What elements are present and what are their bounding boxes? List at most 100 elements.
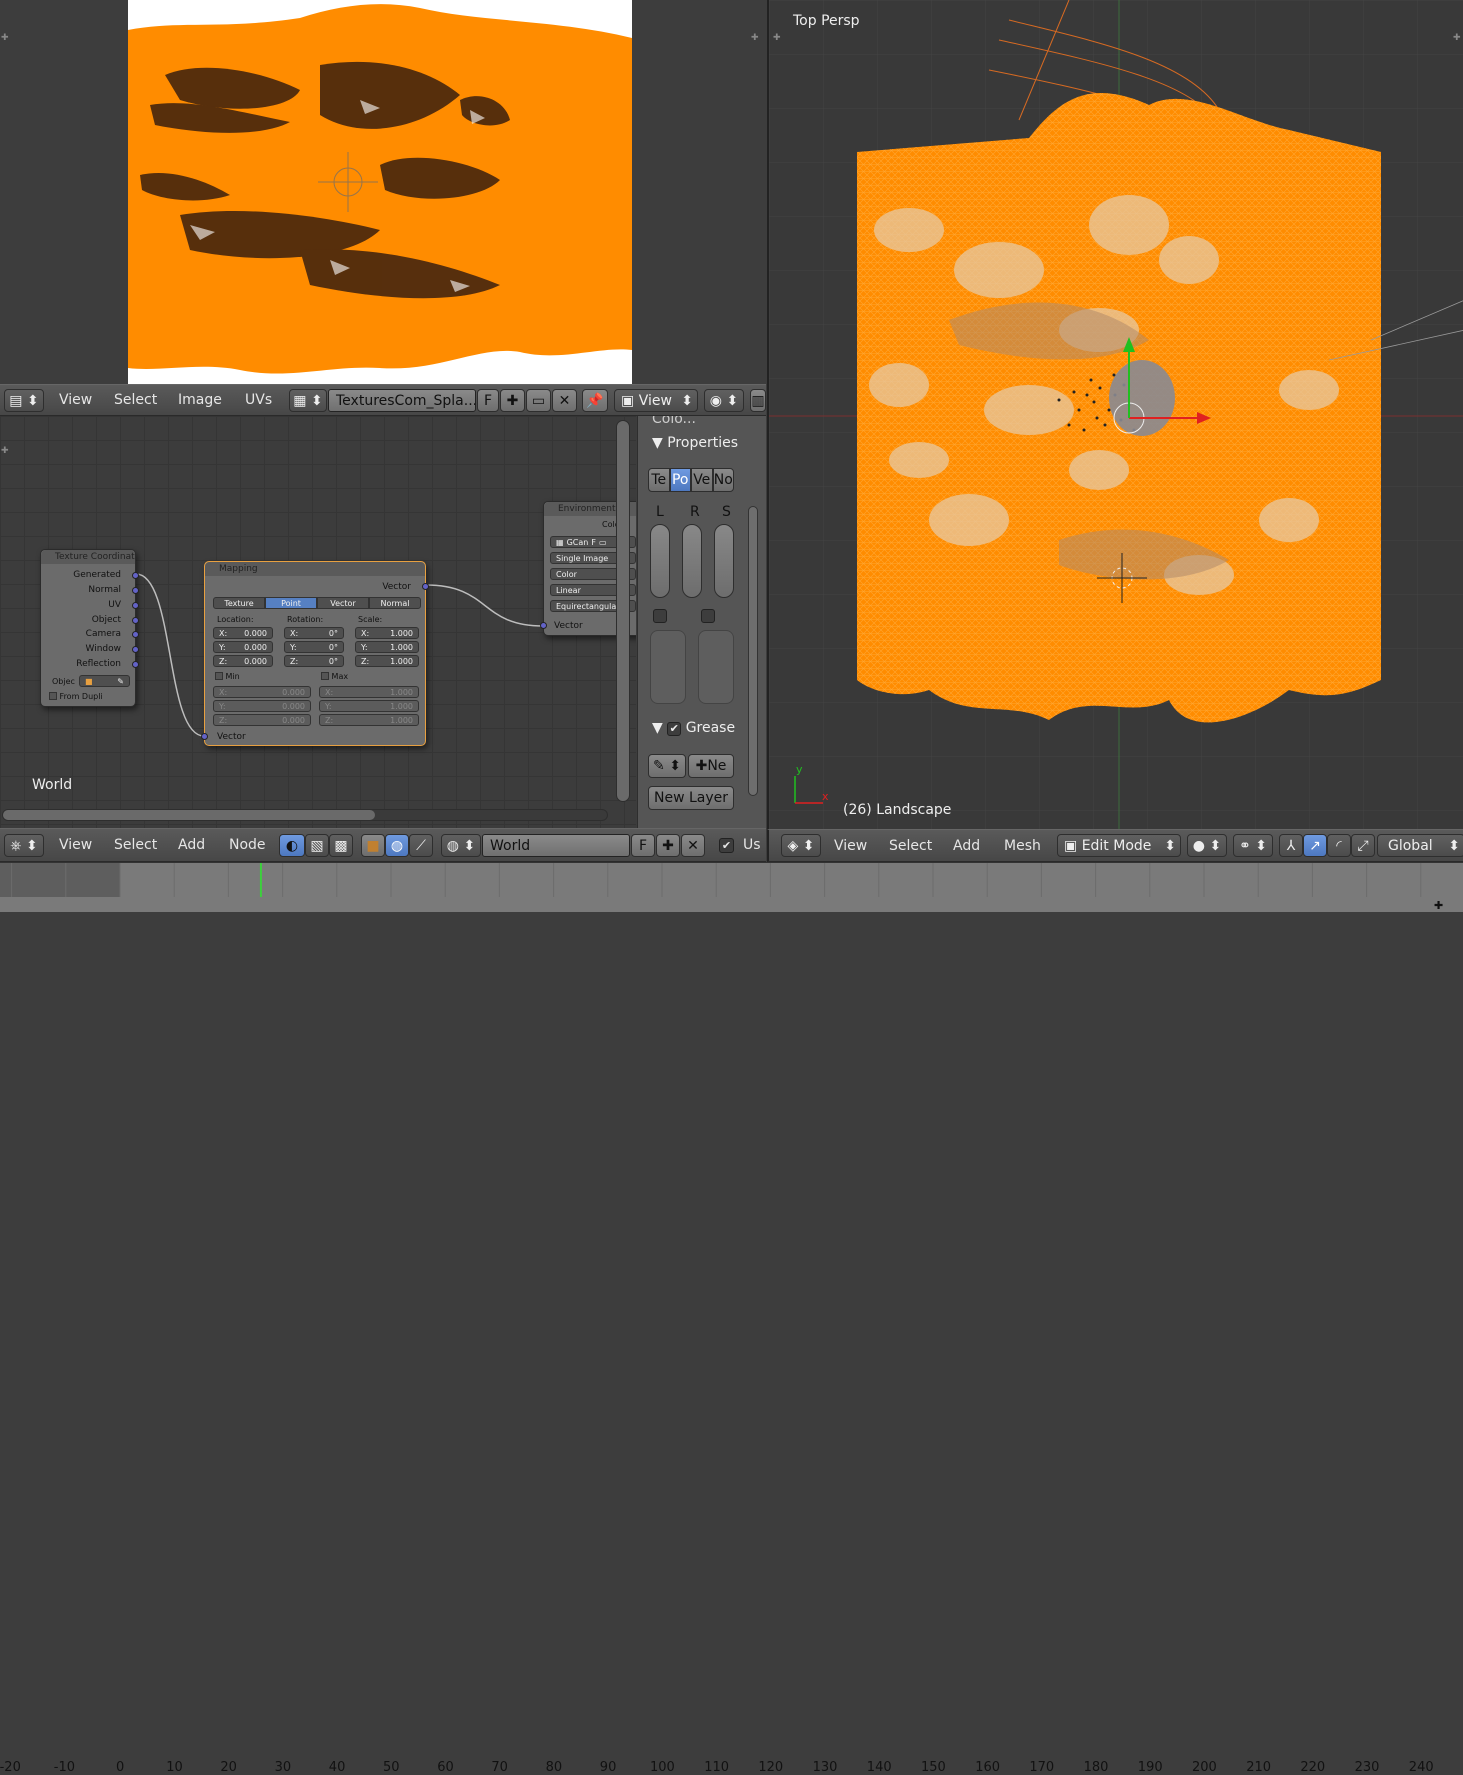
menu-image[interactable]: Image (178, 385, 222, 415)
manipulator-toggle[interactable]: ⅄ (1279, 834, 1303, 857)
grease-new-button[interactable]: ✚ Ne (688, 754, 734, 778)
socket[interactable] (132, 646, 139, 653)
from-dupli-checkbox[interactable]: From Dupli (49, 692, 103, 701)
location-y-field[interactable]: Y: 0.000 (213, 641, 273, 653)
editor-type-button[interactable]: ▤ ⬍ (4, 389, 44, 412)
menu-view[interactable]: View (59, 829, 92, 861)
scrollbar-thumb[interactable] (3, 810, 375, 820)
world-browse-button[interactable]: ◍ ⬍ (441, 834, 481, 857)
fake-user-button[interactable]: F (477, 389, 499, 412)
area-corner-icon[interactable]: ✚ (1453, 33, 1461, 43)
menu-node[interactable]: Node (229, 829, 266, 861)
socket[interactable] (132, 617, 139, 624)
rotation-x-field[interactable]: X: 0° (284, 627, 344, 639)
image-name-field[interactable]: TexturesCom_Spla... (328, 389, 476, 412)
min-y-field[interactable]: Y: 0.000 (213, 700, 311, 712)
menu-select[interactable]: Select (889, 830, 932, 861)
tab-texture[interactable]: Texture (213, 597, 265, 609)
tab-point[interactable]: Point (265, 597, 317, 609)
menu-add[interactable]: Add (178, 829, 205, 861)
editor-type-button[interactable]: ⎈ ⬍ (4, 834, 44, 857)
tab-te[interactable]: Te (648, 468, 670, 492)
checkbox-1[interactable] (653, 609, 667, 623)
image-browse-button[interactable]: ▦ ⬍ (289, 389, 327, 412)
max-stepper[interactable] (698, 630, 734, 704)
menu-uvs[interactable]: UVs (245, 385, 272, 415)
node-title[interactable]: Mapping (205, 562, 425, 576)
max-checkbox[interactable]: Max (321, 672, 348, 681)
location-x-field[interactable]: X: 0.000 (213, 627, 273, 639)
grease-pencil-dropdown[interactable]: ✎ ⬍ (648, 754, 686, 778)
tab-no[interactable]: No (712, 468, 734, 492)
menu-select[interactable]: Select (114, 829, 157, 861)
pivot-dropdown[interactable]: ◉ ⬍ (704, 389, 744, 412)
area-corner-icon[interactable]: ✚ (1, 33, 9, 43)
shader-type-texture[interactable]: ▩ (329, 834, 353, 857)
location-z-field[interactable]: Z: 0.000 (213, 655, 273, 667)
scale-z-field[interactable]: Z: 1.000 (355, 655, 419, 667)
orientation-dropdown[interactable]: Global ⬍ (1377, 834, 1463, 857)
menu-view[interactable]: View (834, 830, 867, 861)
object-field[interactable]: ■ ✎ (79, 675, 130, 687)
sync-button[interactable]: ▥ (750, 389, 766, 412)
tab-vector[interactable]: Vector (317, 597, 369, 609)
menu-view[interactable]: View (59, 385, 92, 415)
sidebar-scrollbar[interactable] (748, 506, 758, 796)
area-corner-icon[interactable]: ✚ (773, 33, 781, 43)
tab-ve[interactable]: Ve (691, 468, 713, 492)
max-z-field[interactable]: Z: 1.000 (319, 714, 419, 726)
shader-linestyle-button[interactable]: ⟋ (409, 834, 433, 857)
3d-viewport[interactable]: Top Persp y x (26) Landscape ✚ ✚ (767, 0, 1463, 829)
min-checkbox[interactable]: Min (215, 672, 240, 681)
area-corner-icon[interactable]: ✚ (751, 33, 759, 43)
properties-panel-header[interactable]: ▼ Properties (652, 435, 738, 451)
max-x-field[interactable]: X: 1.000 (319, 686, 419, 698)
mode-dropdown[interactable]: ▣ Edit Mode ⬍ (1057, 834, 1181, 857)
tab-normal[interactable]: Normal (369, 597, 421, 609)
menu-mesh[interactable]: Mesh (1004, 830, 1041, 861)
collapsed-panel-header[interactable]: Colo... (652, 416, 696, 427)
rotation-stepper[interactable] (682, 524, 702, 598)
pin-button[interactable]: 📌 (582, 389, 608, 412)
min-stepper[interactable] (650, 630, 686, 704)
new-image-button[interactable]: ✚ (500, 389, 525, 412)
grease-panel-header[interactable]: ▼ ✔ Grease (652, 720, 735, 736)
scale-y-field[interactable]: Y: 1.000 (355, 641, 419, 653)
scale-stepper[interactable] (714, 524, 734, 598)
node-editor-canvas[interactable]: ✚ Texture Coordinate Generated Normal UV… (0, 416, 636, 828)
fake-user-button[interactable]: F (631, 834, 655, 857)
open-image-button[interactable]: ▭ (526, 389, 551, 412)
new-layer-button[interactable]: New Layer (648, 786, 734, 810)
min-z-field[interactable]: Z: 0.000 (213, 714, 311, 726)
socket[interactable] (132, 572, 139, 579)
timeline-scroll-icon[interactable]: ✚ (1434, 899, 1443, 912)
unlink-world-button[interactable]: ✕ (681, 834, 705, 857)
rotate-manipulator[interactable]: ◜ (1327, 834, 1351, 857)
shader-object-button[interactable]: ■ (361, 834, 385, 857)
min-x-field[interactable]: X: 0.000 (213, 686, 311, 698)
menu-add[interactable]: Add (953, 830, 980, 861)
pivot-dropdown[interactable]: ⚭ ⬍ (1233, 834, 1273, 857)
socket[interactable] (422, 583, 429, 590)
texture-coordinate-node[interactable]: Texture Coordinate Generated Normal UV O… (40, 549, 139, 707)
shader-type-world[interactable]: ▧ (305, 834, 329, 857)
editor-type-button[interactable]: ◈ ⬍ (781, 834, 821, 857)
location-stepper[interactable] (650, 524, 670, 598)
world-name-field[interactable]: World (482, 834, 630, 857)
shader-world-button[interactable]: ◍ (385, 834, 409, 857)
rotation-y-field[interactable]: Y: 0° (284, 641, 344, 653)
use-nodes-checkbox[interactable]: ✔ Us (719, 829, 761, 861)
uv-editor-canvas[interactable]: ✚ ✚ (0, 0, 766, 384)
vertical-scrollbar[interactable] (616, 420, 630, 802)
menu-select[interactable]: Select (114, 385, 157, 415)
mapping-node[interactable]: Mapping Vector Texture Point Vector Norm… (201, 561, 429, 746)
scale-manipulator[interactable]: ⤢ (1351, 834, 1375, 857)
node-title[interactable]: Texture Coordinate (41, 550, 135, 564)
rotation-z-field[interactable]: Z: 0° (284, 655, 344, 667)
timeline[interactable]: -20 -10 0 10 20 30 40 50 60 70 80 90 100 110 120 130 140… (0, 862, 1463, 1775)
checkbox-2[interactable] (701, 609, 715, 623)
translate-manipulator[interactable]: ↗ (1303, 834, 1327, 857)
horizontal-scrollbar[interactable] (2, 809, 608, 821)
socket[interactable] (132, 587, 139, 594)
new-world-button[interactable]: ✚ (656, 834, 680, 857)
